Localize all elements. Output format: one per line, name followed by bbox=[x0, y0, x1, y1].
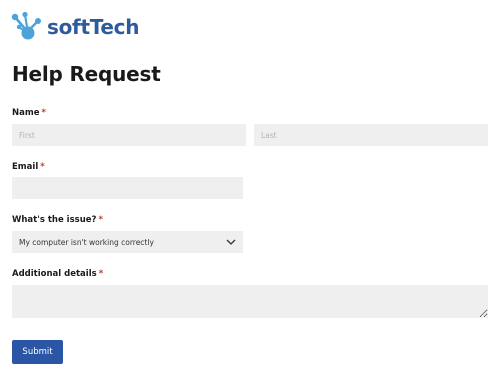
issue-select-value: My computer isn't working correctly bbox=[19, 237, 154, 247]
issue-select[interactable]: My computer isn't working correctly bbox=[12, 231, 243, 253]
help-request-page: softTech Help Request Name* Email* What'… bbox=[0, 0, 500, 377]
chevron-down-icon bbox=[226, 239, 236, 245]
page-title: Help Request bbox=[12, 62, 161, 86]
email-label-text: Email bbox=[12, 162, 39, 172]
required-marker: * bbox=[98, 215, 103, 225]
required-marker: * bbox=[40, 162, 45, 172]
first-name-input[interactable] bbox=[12, 124, 246, 146]
submit-button[interactable]: Submit bbox=[12, 340, 63, 364]
details-label: Additional details * bbox=[12, 268, 103, 280]
softtech-logo-icon bbox=[11, 11, 41, 40]
brand-name: softTech bbox=[47, 15, 140, 39]
required-marker: * bbox=[98, 269, 104, 279]
name-label-text: Name bbox=[12, 108, 40, 118]
email-input[interactable] bbox=[12, 177, 243, 199]
required-marker: * bbox=[41, 108, 46, 118]
issue-label-text: What's the issue? bbox=[12, 215, 97, 225]
details-label-text: Additional details bbox=[12, 269, 97, 279]
name-label: Name * bbox=[12, 107, 46, 119]
issue-label: What's the issue? * bbox=[12, 214, 103, 226]
additional-details-textarea[interactable] bbox=[12, 285, 488, 318]
email-label: Email * bbox=[12, 161, 45, 173]
last-name-input[interactable] bbox=[254, 124, 488, 146]
brand-logo[interactable]: softTech bbox=[11, 10, 139, 44]
